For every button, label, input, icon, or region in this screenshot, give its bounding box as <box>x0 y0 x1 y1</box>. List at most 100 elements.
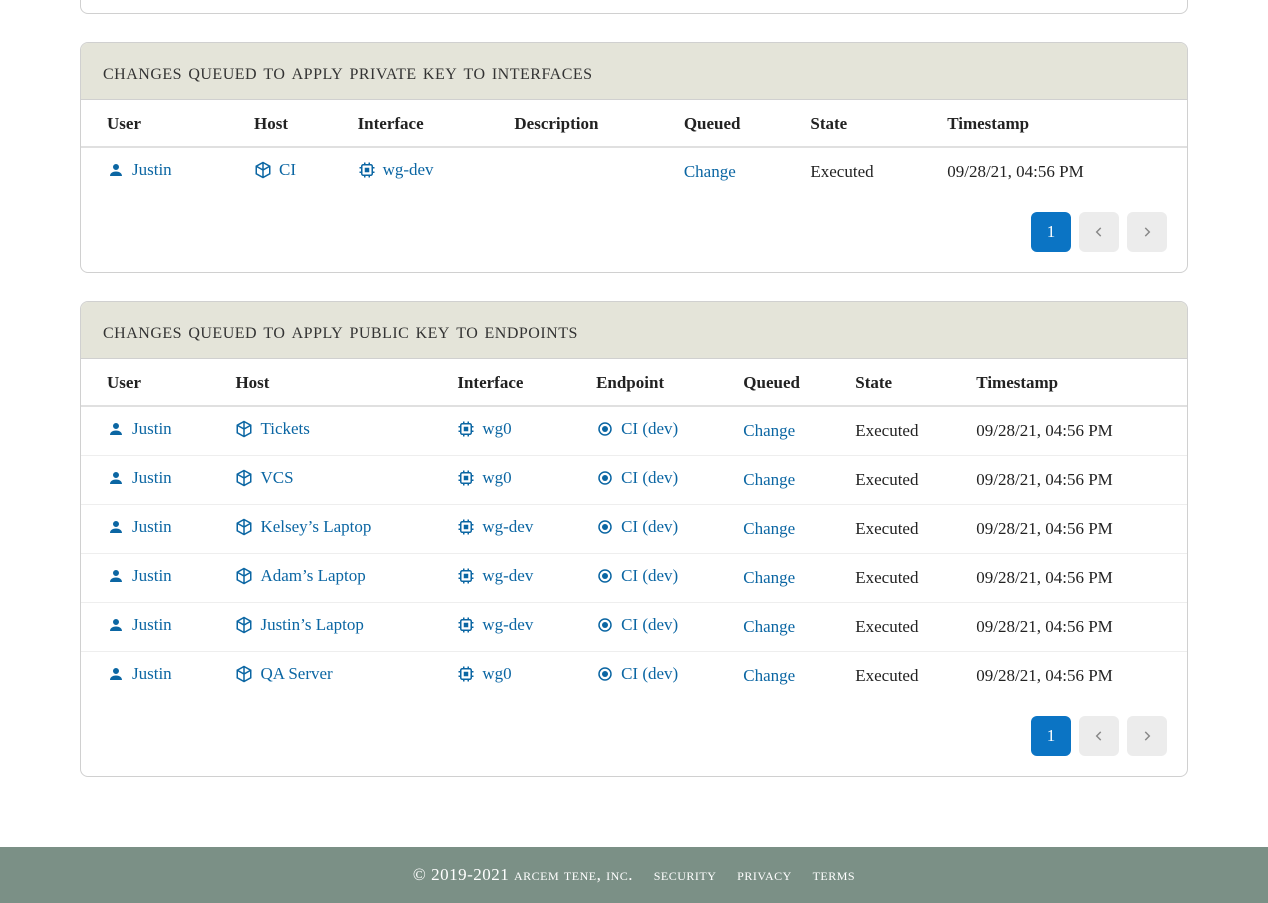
link-label: VCS <box>260 468 293 488</box>
link-label: Justin <box>132 566 172 586</box>
link-label: CI <box>279 160 296 180</box>
queued-change-link[interactable]: Change <box>743 470 795 490</box>
col-host: Host <box>242 100 346 147</box>
link-label: CI (dev) <box>621 664 678 684</box>
user-icon <box>107 567 125 585</box>
interface-link[interactable]: wg-dev <box>457 517 533 537</box>
chip-icon <box>358 161 376 179</box>
endpoint-link[interactable]: CI (dev) <box>596 419 678 439</box>
col-description: Description <box>502 100 671 147</box>
col-queued: Queued <box>731 359 843 406</box>
link-label: CI (dev) <box>621 615 678 635</box>
endpoint-icon <box>596 518 614 536</box>
user-link[interactable]: Justin <box>107 160 172 180</box>
cell-state: Executed <box>843 652 964 701</box>
chip-icon <box>457 420 475 438</box>
host-link[interactable]: VCS <box>235 468 293 488</box>
user-link[interactable]: Justin <box>107 517 172 537</box>
link-label: wg0 <box>482 419 511 439</box>
footer: © 2019-2021 arcem tene, inc. security pr… <box>0 847 1268 903</box>
interface-link[interactable]: wg0 <box>457 419 511 439</box>
host-link[interactable]: QA Server <box>235 664 332 684</box>
host-link[interactable]: CI <box>254 160 296 180</box>
link-label: wg-dev <box>383 160 434 180</box>
table-row: JustinAdam’s Laptopwg-devCI (dev)ChangeE… <box>81 554 1187 603</box>
cell-timestamp: 09/28/21, 04:56 PM <box>964 652 1187 701</box>
endpoint-link[interactable]: CI (dev) <box>596 566 678 586</box>
endpoint-icon <box>596 567 614 585</box>
user-icon <box>107 420 125 438</box>
footer-link-security[interactable]: security <box>654 865 717 884</box>
cube-icon <box>235 665 253 683</box>
link-label: wg-dev <box>482 566 533 586</box>
link-label: wg0 <box>482 664 511 684</box>
chip-icon <box>457 469 475 487</box>
pagination: 1 <box>81 700 1187 776</box>
col-host: Host <box>223 359 445 406</box>
endpoint-link[interactable]: CI (dev) <box>596 468 678 488</box>
interface-link[interactable]: wg0 <box>457 468 511 488</box>
host-link[interactable]: Justin’s Laptop <box>235 615 363 635</box>
interface-link[interactable]: wg0 <box>457 664 511 684</box>
user-link[interactable]: Justin <box>107 664 172 684</box>
queued-change-link[interactable]: Change <box>684 162 736 182</box>
col-endpoint: Endpoint <box>584 359 731 406</box>
link-label: Justin <box>132 664 172 684</box>
queued-change-link[interactable]: Change <box>743 568 795 588</box>
prev-page-button[interactable] <box>1079 212 1119 252</box>
interface-link[interactable]: wg-dev <box>457 615 533 635</box>
cell-state: Executed <box>843 603 964 652</box>
page-1-button[interactable]: 1 <box>1031 716 1071 756</box>
queued-change-link[interactable]: Change <box>743 617 795 637</box>
link-label: Justin <box>132 419 172 439</box>
queued-change-link[interactable]: Change <box>743 666 795 686</box>
col-state: State <box>798 100 935 147</box>
col-user: User <box>81 100 242 147</box>
col-user: User <box>81 359 223 406</box>
link-label: Justin’s Laptop <box>260 615 363 635</box>
link-label: Justin <box>132 160 172 180</box>
host-link[interactable]: Adam’s Laptop <box>235 566 365 586</box>
cube-icon <box>235 616 253 634</box>
table-row: Justin Justin’s Laptop wg-dev CI (dev) Chang… <box>81 603 1187 652</box>
user-link[interactable]: Justin <box>107 566 172 586</box>
panel-title: changes queued to apply private key to i… <box>81 43 1187 100</box>
footer-link-privacy[interactable]: privacy <box>737 865 792 884</box>
col-timestamp: Timestamp <box>935 100 1187 147</box>
table-row: Justin Kelsey’s Laptop wg-dev CI (dev) Chang… <box>81 505 1187 554</box>
interface-link[interactable]: wg-dev <box>358 160 434 180</box>
cell-state: Executed <box>843 505 964 554</box>
cell-timestamp: 09/28/21, 04:56 PM <box>964 505 1187 554</box>
endpoint-link[interactable]: CI (dev) <box>596 664 678 684</box>
col-interface: Interface <box>346 100 503 147</box>
next-page-button[interactable] <box>1127 212 1167 252</box>
previous-panel-edge <box>80 0 1188 14</box>
pagination: 1 <box>81 196 1187 272</box>
endpoint-icon <box>596 469 614 487</box>
user-icon <box>107 469 125 487</box>
table-row: JustinTicketswg0CI (dev)ChangeExecuted09… <box>81 406 1187 456</box>
interface-link[interactable]: wg-dev <box>457 566 533 586</box>
col-timestamp: Timestamp <box>964 359 1187 406</box>
page-1-button[interactable]: 1 <box>1031 212 1071 252</box>
cell-state: Executed <box>798 147 935 196</box>
queued-change-link[interactable]: Change <box>743 519 795 539</box>
user-link[interactable]: Justin <box>107 615 172 635</box>
next-page-button[interactable] <box>1127 716 1167 756</box>
link-label: wg-dev <box>482 517 533 537</box>
link-label: Justin <box>132 615 172 635</box>
endpoint-link[interactable]: CI (dev) <box>596 615 678 635</box>
user-link[interactable]: Justin <box>107 468 172 488</box>
footer-link-terms[interactable]: terms <box>813 865 856 884</box>
endpoint-link[interactable]: CI (dev) <box>596 517 678 537</box>
link-label: QA Server <box>260 664 332 684</box>
user-link[interactable]: Justin <box>107 419 172 439</box>
prev-page-button[interactable] <box>1079 716 1119 756</box>
interfaces-table: User Host Interface Description Queued S… <box>81 100 1187 196</box>
host-link[interactable]: Kelsey’s Laptop <box>235 517 371 537</box>
queued-change-link[interactable]: Change <box>743 421 795 441</box>
endpoints-table: User Host Interface Endpoint Queued Stat… <box>81 359 1187 700</box>
user-icon <box>107 616 125 634</box>
host-link[interactable]: Tickets <box>235 419 309 439</box>
panel-title: changes queued to apply public key to en… <box>81 302 1187 359</box>
